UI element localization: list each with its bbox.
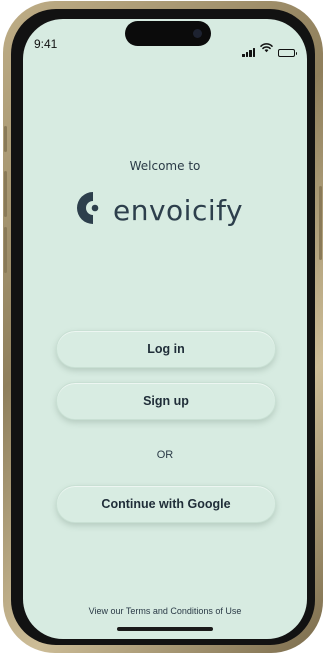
volume-down-button <box>4 227 7 273</box>
volume-up-button <box>4 171 7 217</box>
home-indicator <box>117 627 213 631</box>
welcome-heading: Welcome to <box>129 159 201 173</box>
battery-icon <box>278 49 297 57</box>
continue-with-google-button[interactable]: Continue with Google <box>56 485 276 523</box>
mute-switch <box>4 126 7 152</box>
app-screen: 9:41 Welcome to envoicify Log in Sign up… <box>23 19 307 639</box>
status-time: 9:41 <box>34 37 58 51</box>
status-icons <box>242 38 297 57</box>
brand-lockup: envoicify <box>75 191 243 229</box>
signup-button[interactable]: Sign up <box>56 382 276 420</box>
envoicify-logo-icon <box>75 191 103 229</box>
power-button <box>319 186 322 260</box>
terms-link[interactable]: View our Terms and Conditions of Use <box>23 606 307 616</box>
phone-frame: 9:41 Welcome to envoicify Log in Sign up… <box>3 1 323 653</box>
front-camera-icon <box>193 29 202 38</box>
dynamic-island <box>125 21 211 46</box>
cellular-signal-icon <box>242 48 255 57</box>
wifi-icon <box>260 38 273 57</box>
login-button[interactable]: Log in <box>56 330 276 368</box>
or-divider: OR <box>156 449 174 461</box>
app-name: envoicify <box>113 193 244 227</box>
